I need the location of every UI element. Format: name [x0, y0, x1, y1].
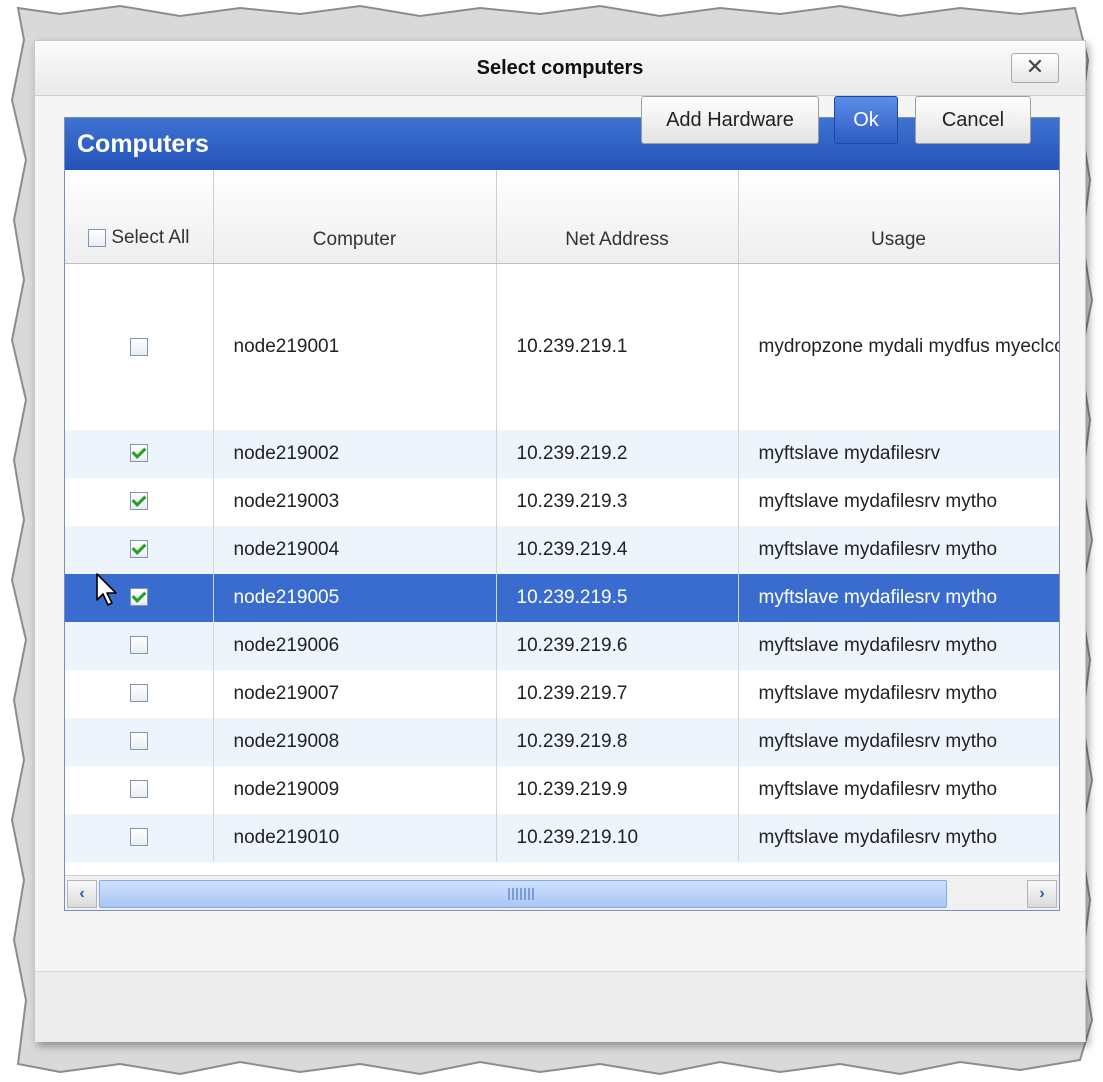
add-hardware-button[interactable]: Add Hardware	[641, 96, 819, 144]
select-all-label: Select All	[111, 227, 190, 248]
computer-cell: node219006	[213, 621, 497, 670]
table-row[interactable]: node219003 10.239.219.3 myftslave mydafi…	[65, 477, 1059, 526]
address-cell: 10.239.219.3	[496, 477, 739, 526]
computer-cell: node219001	[213, 263, 497, 430]
usage-cell: myftslave mydafilesrv mytho	[738, 765, 1059, 814]
computer-cell: node219007	[213, 669, 497, 718]
table-row[interactable]: node219006 10.239.219.6 myftslave mydafi…	[65, 621, 1059, 670]
address-cell: 10.239.219.6	[496, 621, 739, 670]
address-cell: 10.239.219.7	[496, 669, 739, 718]
scrollbar-thumb[interactable]	[99, 880, 947, 908]
address-cell: 10.239.219.2	[496, 429, 739, 478]
column-header-usage[interactable]: Usage	[738, 170, 1059, 264]
select-all-header: Select All	[65, 170, 214, 264]
usage-cell: mydropzone mydali mydfus myeclccserver m…	[738, 263, 1059, 430]
dialog-title: Select computers	[476, 57, 644, 79]
address-cell: 10.239.219.10	[496, 813, 739, 862]
row-checkbox[interactable]	[129, 684, 148, 703]
address-cell: 10.239.219.9	[496, 765, 739, 814]
row-checkbox[interactable]	[129, 732, 148, 751]
scroll-left-arrow-icon[interactable]: ‹	[67, 880, 97, 908]
row-checkbox[interactable]	[129, 828, 148, 847]
row-checkbox[interactable]	[129, 492, 148, 511]
address-cell: 10.239.219.1	[496, 263, 739, 430]
dialog-titlebar: Select computers ✕	[35, 41, 1085, 96]
usage-cell: myftslave mydafilesrv mytho	[738, 621, 1059, 670]
row-checkbox[interactable]	[129, 636, 148, 655]
table-row[interactable]: node219002 10.239.219.2 myftslave mydafi…	[65, 429, 1059, 478]
ok-button[interactable]: Ok	[834, 96, 898, 144]
select-all-checkbox[interactable]	[88, 228, 107, 247]
cancel-button[interactable]: Cancel	[915, 96, 1031, 144]
computers-panel: Computers Select All Computer Net Addres…	[64, 117, 1060, 911]
table-row[interactable]: node219008 10.239.219.8 myftslave mydafi…	[65, 717, 1059, 766]
computer-cell: node219009	[213, 765, 497, 814]
computer-cell: node219010	[213, 813, 497, 862]
usage-cell: myftslave mydafilesrv mytho	[738, 573, 1059, 622]
computer-cell: node219005	[213, 573, 497, 622]
dialog-footer	[35, 971, 1085, 1042]
column-header-computer[interactable]: Computer	[213, 170, 497, 264]
usage-cell: myftslave mydafilesrv mytho	[738, 813, 1059, 862]
row-checkbox[interactable]	[129, 540, 148, 559]
table-header-row: Select All Computer Net Address Usage	[65, 170, 1059, 264]
column-header-net-address[interactable]: Net Address	[496, 170, 739, 264]
table-row-selected[interactable]: node219005 10.239.219.5 myftslave mydafi…	[65, 573, 1059, 622]
row-checkbox[interactable]	[129, 780, 148, 799]
computers-table: Select All Computer Net Address Usage no…	[65, 170, 1059, 862]
table-row[interactable]: node219009 10.239.219.9 myftslave mydafi…	[65, 765, 1059, 814]
address-cell: 10.239.219.5	[496, 573, 739, 622]
usage-cell: myftslave mydafilesrv mytho	[738, 477, 1059, 526]
scroll-right-arrow-icon[interactable]: ›	[1027, 880, 1057, 908]
address-cell: 10.239.219.8	[496, 717, 739, 766]
usage-cell: myftslave mydafilesrv mytho	[738, 669, 1059, 718]
computer-cell: node219004	[213, 525, 497, 574]
mouse-pointer-icon	[96, 573, 117, 606]
row-checkbox[interactable]	[129, 337, 148, 356]
usage-cell: myftslave mydafilesrv mytho	[738, 525, 1059, 574]
computer-cell: node219002	[213, 429, 497, 478]
table-row[interactable]: node219007 10.239.219.7 myftslave mydafi…	[65, 669, 1059, 718]
usage-cell: myftslave mydafilesrv	[738, 429, 1059, 478]
usage-cell: myftslave mydafilesrv mytho	[738, 717, 1059, 766]
computer-cell: node219008	[213, 717, 497, 766]
close-button[interactable]: ✕	[1011, 53, 1059, 83]
scrollbar-grip-icon	[508, 888, 536, 900]
row-checkbox[interactable]	[129, 444, 148, 463]
address-cell: 10.239.219.4	[496, 525, 739, 574]
table-row[interactable]: node219010 10.239.219.10 myftslave mydaf…	[65, 813, 1059, 862]
horizontal-scrollbar[interactable]: ‹ ›	[65, 875, 1059, 910]
panel-title: Computers	[77, 130, 209, 158]
select-computers-dialog: Select computers ✕ Computers Select All …	[34, 40, 1086, 1042]
row-checkbox[interactable]	[129, 588, 148, 607]
table-row[interactable]: node219004 10.239.219.4 myftslave mydafi…	[65, 525, 1059, 574]
computer-cell: node219003	[213, 477, 497, 526]
panel-header: Computers	[65, 118, 1059, 170]
table-row[interactable]: node219001 10.239.219.1 mydropzone mydal…	[65, 263, 1059, 430]
